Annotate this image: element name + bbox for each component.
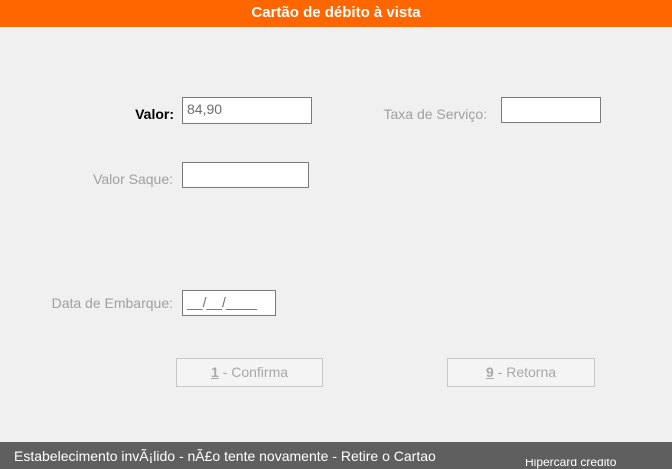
- valor-saque-input[interactable]: [182, 162, 309, 188]
- data-embarque-label: Data de Embarque:: [51, 295, 173, 311]
- valor-input[interactable]: 84,90: [182, 97, 312, 124]
- taxa-servico-label: Taxa de Serviço:: [383, 106, 488, 122]
- confirma-button[interactable]: 1 - Confirma: [176, 358, 323, 387]
- valor-saque-label: Valor Saque:: [93, 171, 173, 187]
- title-bar: Cartão de débito à vista: [0, 0, 672, 27]
- valor-label: Valor:: [135, 106, 174, 122]
- retorna-hotkey: 9: [485, 364, 494, 380]
- retorna-button[interactable]: 9 - Retorna: [447, 358, 595, 387]
- confirma-button-label: - Confirma: [218, 364, 289, 380]
- status-tail: Hipercard crédito: [525, 459, 672, 469]
- window-title: Cartão de débito à vista: [251, 4, 421, 21]
- status-tail-text: Hipercard crédito: [525, 459, 617, 469]
- retorna-button-label: - Retorna: [493, 364, 557, 380]
- data-embarque-input[interactable]: __/__/____: [182, 290, 276, 316]
- taxa-servico-input[interactable]: [501, 97, 601, 123]
- status-message: Estabelecimento invÃ¡lido - nÃ£o tente n…: [14, 448, 436, 464]
- status-bar: Estabelecimento invÃ¡lido - nÃ£o tente n…: [0, 442, 672, 469]
- confirma-hotkey: 1: [210, 364, 219, 380]
